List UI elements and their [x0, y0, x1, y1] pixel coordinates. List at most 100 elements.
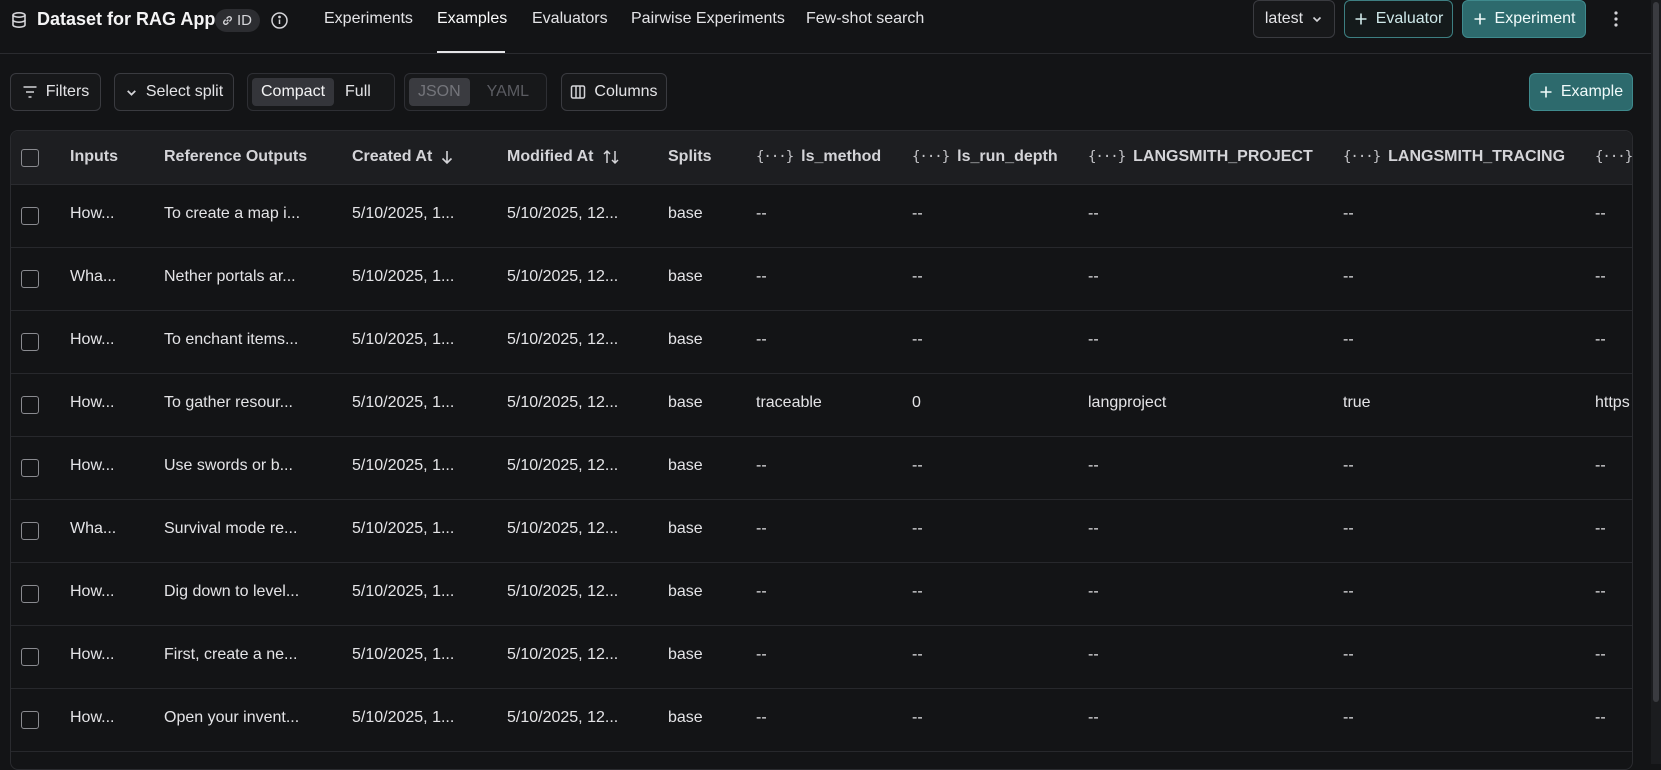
- view-compact-option[interactable]: Compact: [252, 78, 335, 106]
- add-example-label: Example: [1560, 83, 1624, 100]
- cell-created-at: 5/10/2025, 1...: [352, 457, 455, 474]
- select-all-checkbox[interactable]: [21, 149, 39, 167]
- cell-ls-run-depth: --: [912, 331, 923, 348]
- examples-table: Inputs Reference Outputs Created At Modi…: [10, 130, 1633, 770]
- scrollbar-thumb[interactable]: [1653, 2, 1659, 702]
- cell-modified-at: 5/10/2025, 12...: [507, 646, 619, 663]
- cell-created-at: 5/10/2025, 1...: [352, 268, 455, 285]
- table-row[interactable]: How... To create a map i... 5/10/2025, 1..…: [11, 185, 1632, 248]
- row-select-checkbox[interactable]: [21, 648, 39, 666]
- add-evaluator-button[interactable]: Evaluator: [1344, 0, 1453, 38]
- row-select-checkbox[interactable]: [21, 207, 39, 225]
- select-split-button[interactable]: Select split: [114, 73, 234, 111]
- cell-ls-run-depth: --: [912, 583, 923, 600]
- tab-examples[interactable]: Examples: [437, 10, 507, 28]
- cell-truncated-column: --: [1595, 205, 1606, 222]
- row-select-checkbox[interactable]: [21, 585, 39, 603]
- cell-modified-at: 5/10/2025, 12...: [507, 583, 619, 600]
- cell-modified-at: 5/10/2025, 12...: [507, 709, 619, 726]
- columns-button[interactable]: Columns: [561, 73, 667, 111]
- version-select[interactable]: latest: [1253, 0, 1335, 38]
- cell-truncated-column: --: [1595, 583, 1606, 600]
- cell-langsmith-tracing: --: [1343, 331, 1354, 348]
- format-json-option[interactable]: JSON: [409, 78, 470, 106]
- cell-truncated-column: --: [1595, 268, 1606, 285]
- table-row[interactable]: How... Dig down to level... 5/10/2025, 1..…: [11, 563, 1632, 626]
- column-header-inputs[interactable]: Inputs: [70, 148, 118, 166]
- add-example-button[interactable]: Example: [1529, 73, 1633, 111]
- plus-icon: [1355, 13, 1367, 25]
- cell-ls-run-depth: --: [912, 709, 923, 726]
- cell-ls-method: --: [756, 205, 767, 222]
- table-row[interactable]: How... Use swords or b... 5/10/2025, 1... 5…: [11, 437, 1632, 500]
- tab-pairwise-experiments[interactable]: Pairwise Experiments: [631, 10, 785, 28]
- cell-inputs: How...: [70, 205, 115, 222]
- cell-ls-run-depth: 0: [912, 394, 921, 411]
- row-select-checkbox[interactable]: [21, 522, 39, 540]
- table-row[interactable]: Wha... Nether portals ar... 5/10/2025, 1..…: [11, 248, 1632, 311]
- cell-modified-at: 5/10/2025, 12...: [507, 457, 619, 474]
- column-header-reference-outputs[interactable]: Reference Outputs: [164, 148, 307, 166]
- cell-langsmith-project: --: [1088, 709, 1099, 726]
- column-header-modified-at[interactable]: Modified At: [507, 148, 620, 166]
- column-header-langsmith-project[interactable]: {···} LANGSMITH_PROJECT: [1088, 148, 1313, 166]
- sort-descending-icon: [442, 151, 453, 165]
- column-header-truncated[interactable]: {···}L: [1595, 148, 1632, 166]
- cell-splits: base: [668, 583, 703, 600]
- tab-experiments[interactable]: Experiments: [324, 10, 413, 28]
- view-full-option[interactable]: Full: [336, 78, 380, 106]
- info-icon[interactable]: [270, 11, 289, 30]
- cell-langsmith-project: --: [1088, 331, 1099, 348]
- cell-langsmith-tracing: --: [1343, 520, 1354, 537]
- cell-ls-run-depth: --: [912, 646, 923, 663]
- tab-few-shot-search[interactable]: Few-shot search: [806, 10, 924, 28]
- column-header-created-at[interactable]: Created At: [352, 148, 454, 166]
- row-select-checkbox[interactable]: [21, 270, 39, 288]
- cell-splits: base: [668, 709, 703, 726]
- cell-modified-at: 5/10/2025, 12...: [507, 331, 619, 348]
- cell-inputs: How...: [70, 709, 115, 726]
- column-header-splits[interactable]: Splits: [668, 148, 712, 166]
- cell-langsmith-tracing: --: [1343, 457, 1354, 474]
- cell-created-at: 5/10/2025, 1...: [352, 520, 455, 537]
- cell-langsmith-tracing: --: [1343, 268, 1354, 285]
- cell-inputs: Wha...: [70, 268, 117, 285]
- column-header-langsmith-tracing[interactable]: {···} LANGSMITH_TRACING: [1343, 148, 1565, 166]
- link-icon: [223, 16, 232, 25]
- table-row[interactable]: Wha... Survival mode re... 5/10/2025, 1...…: [11, 500, 1632, 563]
- more-options-icon[interactable]: [1606, 9, 1626, 29]
- table-row[interactable]: How... Open your invent... 5/10/2025, 1...…: [11, 689, 1632, 752]
- cell-langsmith-tracing: true: [1343, 394, 1371, 411]
- braces-icon: {···}: [912, 149, 950, 165]
- cell-inputs: How...: [70, 583, 115, 600]
- cell-ls-method: --: [756, 331, 767, 348]
- column-header-ls-method[interactable]: {···} ls_method: [756, 148, 881, 166]
- cell-modified-at: 5/10/2025, 12...: [507, 205, 619, 222]
- cell-ls-method: traceable: [756, 394, 822, 411]
- row-select-checkbox[interactable]: [21, 333, 39, 351]
- id-badge[interactable]: ID: [215, 9, 260, 32]
- vertical-scrollbar[interactable]: [1651, 0, 1661, 764]
- row-select-checkbox[interactable]: [21, 396, 39, 414]
- format-yaml-option[interactable]: YAML: [478, 78, 538, 106]
- active-tab-indicator: [437, 51, 505, 53]
- row-select-checkbox[interactable]: [21, 459, 39, 477]
- cell-truncated-column: --: [1595, 331, 1606, 348]
- cell-created-at: 5/10/2025, 1...: [352, 205, 455, 222]
- select-split-label: Select split: [145, 83, 224, 100]
- row-select-checkbox[interactable]: [21, 711, 39, 729]
- table-row[interactable]: How... To gather resour... 5/10/2025, 1...…: [11, 374, 1632, 437]
- filter-icon: [23, 86, 37, 98]
- cell-langsmith-tracing: --: [1343, 583, 1354, 600]
- table-row[interactable]: How... To enchant items... 5/10/2025, 1...…: [11, 311, 1632, 374]
- filters-button[interactable]: Filters: [10, 73, 101, 111]
- cell-ls-method: --: [756, 268, 767, 285]
- cell-ls-method: --: [756, 646, 767, 663]
- table-row[interactable]: How... First, create a ne... 5/10/2025, 1.…: [11, 626, 1632, 689]
- tab-evaluators[interactable]: Evaluators: [532, 10, 608, 28]
- add-experiment-button[interactable]: Experiment: [1462, 0, 1586, 38]
- cell-reference-outputs: To enchant items...: [164, 331, 299, 348]
- braces-icon: {···}: [1343, 149, 1381, 165]
- chevron-down-icon: [1313, 16, 1322, 23]
- column-header-ls-run-depth[interactable]: {···} ls_run_depth: [912, 148, 1058, 166]
